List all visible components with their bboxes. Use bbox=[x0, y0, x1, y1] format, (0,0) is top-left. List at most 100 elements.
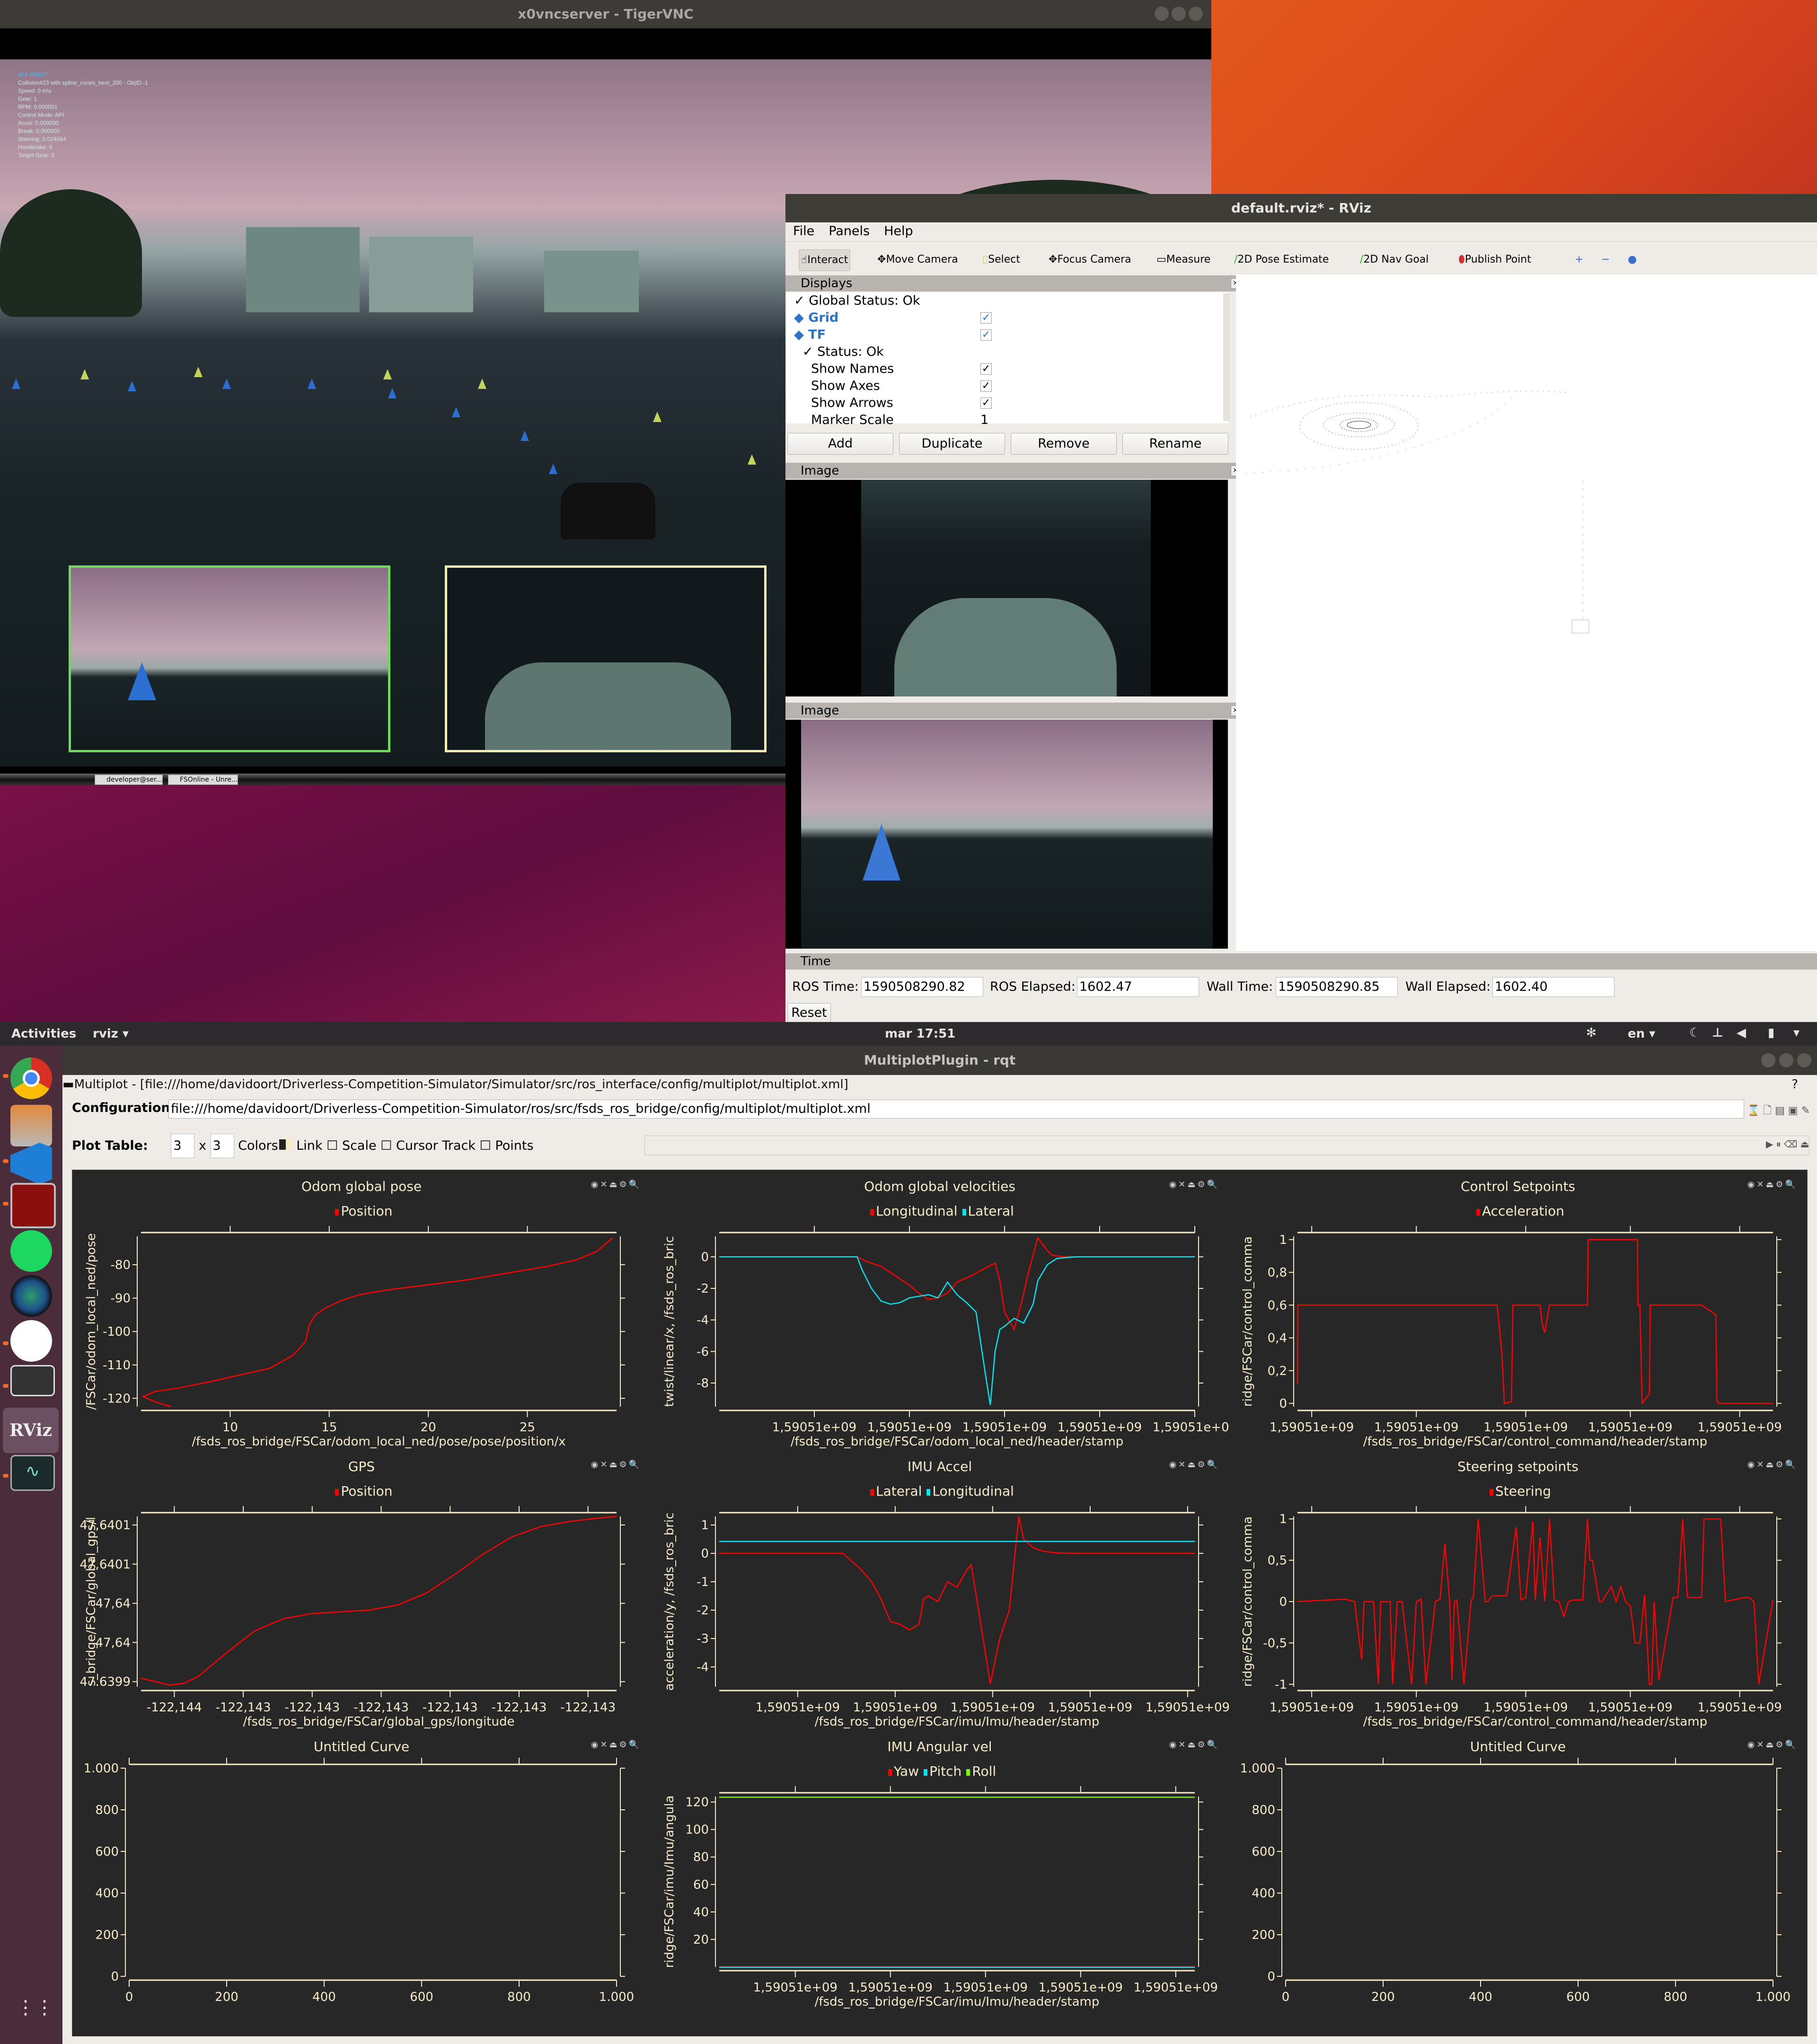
plot-control-setpoints[interactable]: Control Setpoints ◉✕⏏⚙🔍 Acceleration 1 0,8 0,… bbox=[1229, 1170, 1807, 1449]
reload-icon[interactable]: ⌛ bbox=[1747, 1105, 1760, 1117]
colors-option[interactable]: Colors bbox=[238, 1138, 292, 1153]
display-item[interactable]: Show Axes bbox=[811, 378, 880, 395]
wall-time-field[interactable]: 1590508290.85 bbox=[1276, 977, 1398, 997]
plot-canvas[interactable]: 1.000 800 600 400 200 00 200 400 600 800 1.000 bbox=[1229, 1730, 1807, 2009]
plot-untitled-curve[interactable]: Untitled Curve ◉✕⏏⚙🔍 1.000 800 600 400 200 0 0 20… bbox=[1229, 1730, 1807, 2009]
tool-2d-nav-goal[interactable]: /2D Nav Goal bbox=[1358, 249, 1430, 270]
plot-canvas[interactable]: 1 0,5 0 -0,5 -1 1,59051e+09 1,59051e+09 1,59051… bbox=[1229, 1450, 1807, 1729]
plot-odom-global-velocities[interactable]: Odom global velocities ◉✕⏏⚙🔍 Longitudinal L… bbox=[651, 1170, 1229, 1449]
tool-properties-button[interactable]: ● bbox=[1626, 249, 1639, 270]
slack-tray-icon[interactable]: ✻ bbox=[1586, 1026, 1596, 1040]
play-icon[interactable]: ▶ bbox=[1766, 1138, 1773, 1150]
plot-canvas[interactable]: 1 0,8 0,6 0,4 0,2 0 1,59051e+09 1,59051e+09 1,59… bbox=[1229, 1170, 1807, 1449]
plot-gps[interactable]: GPS ◉✕⏏⚙🔍 Position 47,6401 47,6401 47,64 47,64… bbox=[72, 1450, 651, 1729]
app-menu[interactable]: rviz ▾ bbox=[93, 1027, 129, 1041]
display-checkbox[interactable]: ✓ bbox=[980, 397, 992, 409]
save-icon[interactable]: ▣ bbox=[1788, 1105, 1798, 1117]
rviz-icon[interactable]: RViz bbox=[3, 1408, 59, 1453]
track-option[interactable]: Track ☐ bbox=[442, 1138, 491, 1153]
tool-focus-camera[interactable]: ✥Focus Camera bbox=[1047, 249, 1133, 270]
taskbar-item-fsonline[interactable]: FSOnline - Unre... bbox=[168, 775, 238, 785]
plot-canvas[interactable]: 47,640147,640147,6447,6447.6399-122,144-… bbox=[72, 1450, 651, 1729]
plot-canvas[interactable]: 1 0 -1 -2 -3 -4 1,59051e+09 1,59051e+09 1,59051e… bbox=[651, 1450, 1229, 1729]
displays-scrollbar[interactable] bbox=[1223, 293, 1230, 421]
maximize-button[interactable] bbox=[1172, 7, 1186, 21]
wall-elapsed-field[interactable]: 1602.40 bbox=[1492, 977, 1614, 997]
display-checkbox[interactable]: ✓ bbox=[980, 312, 992, 324]
ros-elapsed-field[interactable]: 1602.47 bbox=[1077, 977, 1199, 997]
display-checkbox[interactable]: ✓ bbox=[980, 329, 992, 341]
plot-canvas[interactable]: -80 -90 -100 -110 -120 10 15 20 25/fsds_ros_brid… bbox=[72, 1170, 651, 1449]
tool-measure[interactable]: ▭Measure bbox=[1155, 249, 1212, 270]
plot-untitled-curve[interactable]: Untitled Curve ◉✕⏏⚙🔍 1.000 800 600 400 200 0 0 20… bbox=[72, 1730, 651, 2009]
taskbar-item-terminal[interactable]: developer@ser... bbox=[95, 775, 163, 785]
edit-icon[interactable]: ✎ bbox=[1801, 1105, 1810, 1117]
plot-canvas[interactable]: 1.000 800 600 400 200 00 200 400 600 800 1.000 bbox=[72, 1730, 651, 2009]
clock[interactable]: mar 17:51 bbox=[885, 1027, 955, 1041]
3d-viewport[interactable] bbox=[1236, 274, 1817, 951]
plot-canvas[interactable]: 120 100 80 60 40 20 1,59051e+09 1,59051e+09 1,59… bbox=[651, 1730, 1229, 2009]
close-button[interactable] bbox=[1189, 7, 1203, 21]
points-option[interactable]: Points bbox=[495, 1138, 533, 1153]
menu-file[interactable]: File bbox=[793, 224, 814, 238]
remove-tool-button[interactable]: − bbox=[1599, 249, 1612, 270]
system-menu-arrow[interactable]: ▾ bbox=[1793, 1026, 1799, 1040]
menu-panels[interactable]: Panels bbox=[829, 224, 870, 238]
plot-imu-angular-vel[interactable]: IMU Angular vel ◉✕⏏⚙🔍 Yaw Pitch Roll 120 100 80… bbox=[651, 1730, 1229, 2009]
reset-button[interactable]: Reset bbox=[787, 1003, 831, 1023]
tool-2d-pose-estimate[interactable]: /2D Pose Estimate bbox=[1232, 249, 1331, 270]
background-color-swatch[interactable] bbox=[279, 1139, 286, 1150]
pause-icon[interactable]: ⏸ bbox=[1776, 1138, 1781, 1150]
plot-imu-accel[interactable]: IMU Accel ◉✕⏏⚙🔍 Lateral Longitudinal 1 0 -1 -2-… bbox=[651, 1450, 1229, 1729]
tool-move-camera[interactable]: ✥Move Camera bbox=[875, 249, 960, 270]
slack-icon[interactable] bbox=[10, 1320, 52, 1362]
camera-app-icon[interactable] bbox=[10, 1275, 52, 1317]
plot-steering-setpoints[interactable]: Steering setpoints ◉✕⏏⚙🔍 Steering 1 0,5 0 -0,5… bbox=[1229, 1450, 1807, 1729]
close-button[interactable] bbox=[1797, 1053, 1811, 1067]
tool-select[interactable]: ▯Select bbox=[980, 249, 1022, 270]
add-display-button[interactable]: Add bbox=[787, 433, 893, 455]
link-option[interactable]: Link ☐ bbox=[296, 1138, 338, 1153]
open-file-icon[interactable]: ▤ bbox=[1775, 1105, 1785, 1117]
display-value[interactable]: 1 bbox=[980, 412, 988, 429]
remove-display-button[interactable]: Remove bbox=[1011, 433, 1117, 455]
display-item[interactable]: ◆ Grid bbox=[794, 309, 838, 326]
menu-help[interactable]: Help bbox=[884, 224, 913, 238]
files-icon[interactable] bbox=[10, 1105, 52, 1146]
display-item[interactable]: ◆ TF bbox=[794, 326, 826, 344]
language-menu[interactable]: en ▾ bbox=[1628, 1027, 1655, 1041]
display-item[interactable]: Show Arrows bbox=[811, 395, 893, 412]
add-tool-button[interactable]: + bbox=[1573, 249, 1585, 270]
display-item[interactable]: ✓ Global Status: Ok bbox=[794, 292, 920, 309]
chrome-icon[interactable] bbox=[10, 1057, 52, 1099]
display-item[interactable]: Marker Scale bbox=[811, 412, 894, 429]
rows-spinbox[interactable]: 3 bbox=[171, 1134, 195, 1158]
display-item[interactable]: ✓ Status: Ok bbox=[803, 344, 884, 361]
spotify-icon[interactable] bbox=[10, 1230, 52, 1272]
configuration-field[interactable]: file:///home/davidoort/Driverless-Compet… bbox=[168, 1100, 1744, 1119]
cursor-option[interactable]: Cursor bbox=[396, 1138, 438, 1153]
display-checkbox[interactable]: ✓ bbox=[980, 363, 992, 375]
plot-canvas[interactable]: 0 -2 -4 -6 -8 1,59051e+09 1,59051e+09 1,59051e+… bbox=[651, 1170, 1229, 1449]
eject-icon[interactable]: ⏏ bbox=[1800, 1138, 1809, 1150]
vscode-icon[interactable] bbox=[10, 1143, 52, 1184]
rename-display-button[interactable]: Rename bbox=[1122, 433, 1228, 455]
clear-icon[interactable]: ⌫ bbox=[1784, 1138, 1797, 1150]
plot-filter-field[interactable] bbox=[644, 1136, 1809, 1155]
duplicate-display-button[interactable]: Duplicate bbox=[899, 433, 1005, 455]
foreground-color-swatch[interactable] bbox=[285, 1139, 292, 1150]
maximize-button[interactable] bbox=[1779, 1053, 1793, 1067]
tool-interact[interactable]: ☝Interact bbox=[799, 249, 851, 271]
minimize-button[interactable] bbox=[1155, 7, 1169, 21]
scale-option[interactable]: Scale ☐ bbox=[342, 1138, 392, 1153]
display-checkbox[interactable]: ✓ bbox=[980, 380, 992, 392]
new-file-icon[interactable]: 🗋 bbox=[1763, 1105, 1772, 1117]
no-entry-app-icon[interactable] bbox=[10, 1365, 55, 1396]
cols-spinbox[interactable]: 3 bbox=[210, 1134, 234, 1158]
terminator-icon[interactable] bbox=[10, 1183, 56, 1228]
activities-button[interactable]: Activities bbox=[11, 1027, 76, 1041]
tool-publish-point[interactable]: ⬮Publish Point bbox=[1456, 249, 1533, 270]
ros-time-field[interactable]: 1590508290.82 bbox=[861, 977, 983, 997]
help-icon[interactable]: ? bbox=[1791, 1075, 1798, 1094]
show-apps-icon[interactable]: ⋮⋮ bbox=[16, 1997, 54, 2018]
